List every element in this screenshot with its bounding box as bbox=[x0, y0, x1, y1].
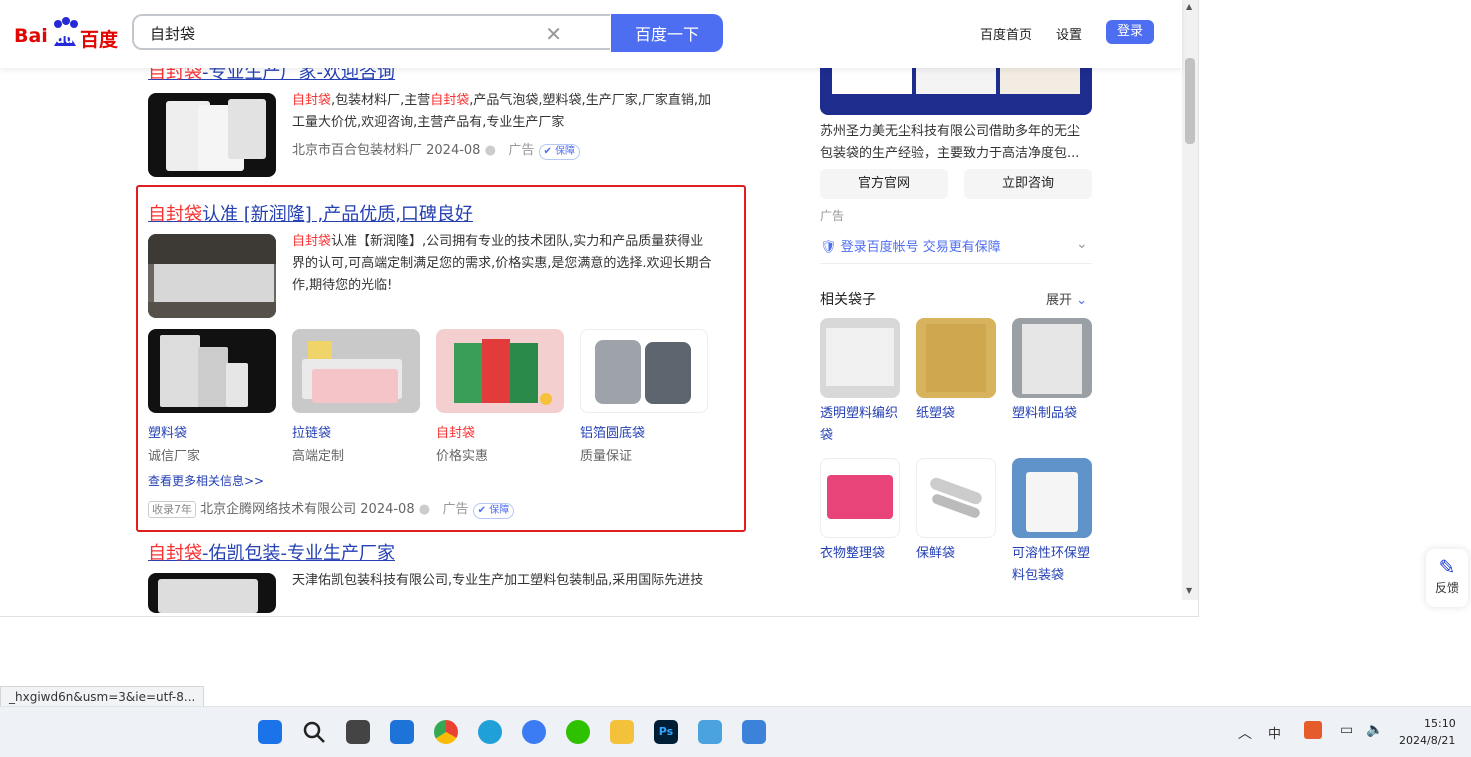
chevron-down-icon[interactable]: ⌄ bbox=[1076, 236, 1088, 252]
result-2-thumbnail[interactable] bbox=[148, 234, 276, 318]
windows-start-icon[interactable] bbox=[258, 720, 282, 744]
related-link[interactable]: 纸塑袋 bbox=[916, 403, 996, 425]
task-view-icon[interactable] bbox=[346, 720, 370, 744]
network-icon[interactable]: ▭ bbox=[1340, 722, 1353, 738]
related-image[interactable] bbox=[1012, 458, 1092, 538]
related-link[interactable]: 塑料制品袋 bbox=[1012, 403, 1092, 425]
official-site-button[interactable]: 官方官网 bbox=[820, 169, 948, 199]
photoshop-icon[interactable]: Ps bbox=[654, 720, 678, 744]
title-text: -佑凯包装-专业生产厂家 bbox=[202, 543, 395, 564]
sub-image-foil-bag[interactable] bbox=[580, 329, 708, 413]
info-icon: ● bbox=[484, 143, 496, 158]
title-highlight: 自封袋 bbox=[148, 204, 202, 225]
scroll-up-icon[interactable]: ▲ bbox=[1186, 2, 1192, 11]
related-image[interactable] bbox=[916, 318, 996, 398]
search-button[interactable]: 百度一下 bbox=[611, 14, 723, 52]
related-link[interactable]: 可溶性环保塑料包装袋 bbox=[1012, 543, 1092, 587]
related-title: 相关袋子 bbox=[820, 292, 876, 308]
related-image[interactable] bbox=[820, 318, 900, 398]
chevron-down-icon: ⌄ bbox=[1076, 293, 1088, 308]
login-button[interactable]: 登录 bbox=[1106, 20, 1154, 44]
pencil-icon: ✎ bbox=[1438, 555, 1456, 579]
wechat-icon[interactable] bbox=[566, 720, 590, 744]
sogou-ime-icon[interactable] bbox=[1304, 721, 1322, 739]
result-3-thumbnail[interactable] bbox=[148, 573, 276, 613]
source-text: 北京企腾网络技术有限公司 2024-08 bbox=[200, 502, 415, 517]
result-2-description: 自封袋认准【新润隆】,公司拥有专业的技术团队,实力和产品质量获得业界的认可,可高… bbox=[292, 234, 712, 293]
taskbar: Ps ︿ 中 ▭ 🔈 15:10 2024/8/21 bbox=[0, 706, 1471, 757]
baidu-logo[interactable]: Bai du 百度 bbox=[14, 17, 118, 51]
sub-link-foil-bag[interactable]: 铝箔圆底袋 bbox=[580, 422, 645, 441]
search-input[interactable] bbox=[148, 16, 532, 50]
related-image[interactable] bbox=[916, 458, 996, 538]
search-header: Bai du 百度 ✕ 百度一下 百度首页 设置 登录 bbox=[0, 0, 1182, 68]
title-highlight: 自封袋 bbox=[148, 543, 202, 564]
result-title-3[interactable]: 自封袋-佑凯包装-专业生产厂家 bbox=[148, 539, 395, 565]
ime-indicator[interactable]: 中 bbox=[1268, 723, 1281, 742]
sogou-browser-icon[interactable] bbox=[522, 720, 546, 744]
company-description: 苏州圣力美无尘科技有限公司借助多年的无尘包装袋的生产经验，主要致力于高洁净度包.… bbox=[820, 124, 1081, 161]
home-link[interactable]: 百度首页 bbox=[980, 24, 1032, 43]
volume-mute-icon[interactable]: 🔈 bbox=[1366, 722, 1383, 738]
sub-caption: 诚信厂家 bbox=[148, 449, 201, 464]
guarantee-badge[interactable]: ✔ 保障 bbox=[472, 503, 515, 519]
file-explorer-icon[interactable] bbox=[610, 720, 634, 744]
clear-icon[interactable]: ✕ bbox=[545, 22, 562, 46]
record-badge: 收录7年 bbox=[148, 501, 196, 518]
sub-link-self-seal-bag[interactable]: 自封袋 bbox=[436, 422, 475, 441]
scrollbar[interactable]: ▲ ▼ bbox=[1182, 0, 1198, 600]
guarantee-badge[interactable]: ✔ 保障 bbox=[538, 144, 581, 160]
scroll-down-icon[interactable]: ▼ bbox=[1186, 586, 1192, 595]
search-icon[interactable] bbox=[302, 720, 326, 744]
notepad-icon[interactable] bbox=[698, 720, 722, 744]
title-text: 认准 [新润隆] ,产品优质,口碑良好 bbox=[202, 204, 473, 225]
sub-caption: 价格实惠 bbox=[436, 449, 489, 464]
related-link[interactable]: 衣物整理袋 bbox=[820, 543, 900, 565]
clock-time[interactable]: 15:10 bbox=[1424, 717, 1456, 730]
browser-viewport: 自封袋-专业生产厂家-欢迎咨询 自封袋,包装材料厂,主营自封袋,产品气泡袋,塑料… bbox=[0, 0, 1199, 617]
related-link[interactable]: 透明塑料编织袋 bbox=[820, 403, 900, 447]
shield-icon: 🛡 bbox=[820, 240, 837, 255]
consult-button[interactable]: 立即咨询 bbox=[964, 169, 1092, 199]
sub-caption: 质量保证 bbox=[580, 449, 633, 464]
more-info-link[interactable]: 查看更多相关信息>> bbox=[148, 472, 264, 489]
ad-label: 广告 bbox=[508, 143, 535, 158]
result-1-description: 自封袋,包装材料厂,主营自封袋,产品气泡袋,塑料袋,生产厂家,厂家直销,加工量大… bbox=[292, 93, 711, 130]
widgets-icon[interactable] bbox=[390, 720, 414, 744]
settings-link[interactable]: 设置 bbox=[1056, 24, 1082, 43]
related-image[interactable] bbox=[1012, 318, 1092, 398]
divider bbox=[820, 263, 1092, 264]
clock-date[interactable]: 2024/8/21 bbox=[1399, 734, 1455, 747]
result-1-thumbnail[interactable] bbox=[148, 93, 276, 177]
result-2-meta: 收录7年 北京企腾网络技术有限公司 2024-08 ● 广告 ✔ 保障 bbox=[148, 498, 515, 519]
related-image[interactable] bbox=[820, 458, 900, 538]
expand-toggle[interactable]: 展开 ⌄ bbox=[1046, 289, 1087, 308]
status-url: _hxgiwd6n&usm=3&ie=utf-8... bbox=[0, 686, 205, 708]
scrollbar-thumb[interactable] bbox=[1185, 58, 1195, 144]
sub-caption: 高端定制 bbox=[292, 449, 345, 464]
result-title-2[interactable]: 自封袋认准 [新润隆] ,产品优质,口碑良好 bbox=[148, 200, 473, 226]
search-box: ✕ bbox=[132, 14, 610, 50]
source-text: 北京市百合包装材料厂 2024-08 bbox=[292, 143, 481, 158]
sub-image-zipper-bag[interactable] bbox=[292, 329, 420, 413]
sub-link-plastic-bag[interactable]: 塑料袋 bbox=[148, 422, 187, 441]
sub-image-self-seal-bag[interactable] bbox=[436, 329, 564, 413]
info-icon: ● bbox=[418, 502, 431, 517]
sub-image-plastic-bag[interactable] bbox=[148, 329, 276, 413]
ad-banner[interactable] bbox=[820, 60, 1092, 115]
related-link[interactable]: 保鲜袋 bbox=[916, 543, 996, 565]
sub-link-zipper-bag[interactable]: 拉链袋 bbox=[292, 422, 331, 441]
feedback-button[interactable]: ✎ 反馈 bbox=[1426, 549, 1468, 607]
edge-icon[interactable] bbox=[478, 720, 502, 744]
result-3-description: 天津佑凯包装科技有限公司,专业生产加工塑料包装制品,采用国际先进技 bbox=[292, 573, 704, 588]
ad-label: 广告 bbox=[442, 502, 469, 517]
app-icon[interactable] bbox=[742, 720, 766, 744]
result-1-meta: 北京市百合包装材料厂 2024-08 ● 广告 ✔ 保障 bbox=[292, 139, 581, 160]
ad-label: 广告 bbox=[820, 209, 845, 223]
login-tip[interactable]: 🛡 登录百度帐号 交易更有保障 bbox=[820, 236, 1001, 255]
chevron-up-icon[interactable]: ︿ bbox=[1238, 723, 1252, 743]
chrome-icon[interactable] bbox=[434, 720, 458, 744]
